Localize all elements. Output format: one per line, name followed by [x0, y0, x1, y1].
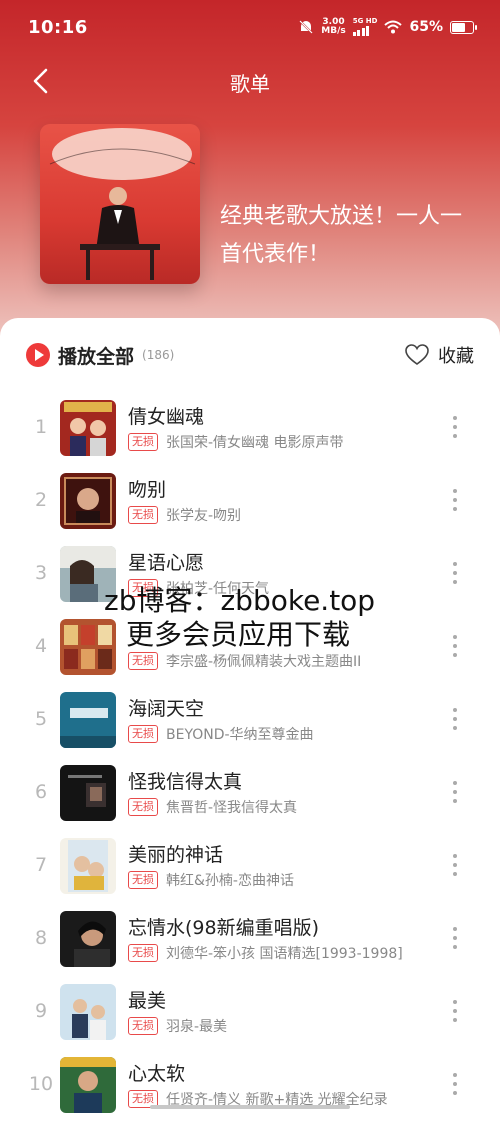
wifi-icon [384, 20, 403, 34]
collect-button[interactable]: 收藏 [404, 340, 474, 370]
song-index: 1 [34, 416, 48, 438]
song-artist-album: 韩红&孙楠-恋曲神话 [166, 873, 294, 889]
song-title: 倩女幽魂 [128, 406, 205, 428]
song-index: 10 [28, 1073, 54, 1095]
lossless-badge: 无损 [128, 871, 158, 889]
song-artist-album: 焦晋哲-怪我信得太真 [166, 800, 298, 816]
lossless-badge: 无损 [128, 433, 158, 451]
lossless-badge: 无损 [128, 652, 158, 670]
lossless-badge: 无损 [128, 725, 158, 743]
lossless-badge: 无损 [128, 1017, 158, 1035]
song-title: 星语心愿 [128, 552, 205, 574]
song-row[interactable]: 7 美丽的神话 无损 韩红&孙楠-恋曲神话 [0, 838, 500, 911]
album-thumbnail [60, 984, 116, 1040]
song-meta: 无损 韩红&孙楠-恋曲神话 [128, 870, 294, 890]
album-thumbnail [60, 765, 116, 821]
home-indicator[interactable] [150, 1105, 350, 1109]
song-artist-album: 张学友-吻别 [166, 508, 242, 524]
song-meta: 无损 张学友-吻别 [128, 505, 241, 525]
play-all-label: 播放全部 [58, 345, 135, 368]
song-meta: 无损 焦晋哲-怪我信得太真 [128, 797, 297, 817]
album-thumbnail [60, 1057, 116, 1113]
song-row[interactable]: 5 海阔天空 无损 BEYOND-华纳至尊金曲 [0, 692, 500, 765]
song-row[interactable]: 10 心太软 无损 任贤齐-情义 新歌+精选 光耀全纪录 [0, 1057, 500, 1130]
song-index: 4 [34, 635, 48, 657]
watermark-line-1: zb博客：zbboke.top [104, 584, 376, 617]
album-thumbnail [60, 692, 116, 748]
song-meta: 无损 BEYOND-华纳至尊金曲 [128, 724, 314, 744]
lossless-badge: 无损 [128, 506, 158, 524]
more-options-icon[interactable] [452, 635, 458, 661]
more-options-icon[interactable] [452, 927, 458, 953]
signal-bars-icon [352, 25, 370, 36]
song-row[interactable]: 2 吻别 无损 张学友-吻别 [0, 473, 500, 546]
song-artist-album: 张国荣-倩女幽魂 电影原声带 [166, 435, 344, 451]
song-row[interactable]: 1 倩女幽魂 无损 张国荣-倩女幽魂 电影原声带 [0, 400, 500, 473]
song-artist-album: 李宗盛-杨佩佩精装大戏主题曲II [166, 654, 362, 670]
song-meta: 无损 刘德华-笨小孩 国语精选[1993-1998] [128, 943, 403, 963]
cell-signal: 5G HD [352, 18, 377, 36]
status-icons: 3.00 MB/s 5G HD 65% [298, 17, 477, 36]
album-thumbnail [60, 838, 116, 894]
play-all-button[interactable]: 播放全部 (186) [26, 340, 174, 370]
song-index: 5 [34, 708, 48, 730]
playlist-cover[interactable] [40, 124, 200, 284]
watermark-line-2: 更多会员应用下载 [126, 618, 351, 651]
song-index: 3 [34, 562, 48, 584]
song-row[interactable]: 6 怪我信得太真 无损 焦晋哲-怪我信得太真 [0, 765, 500, 838]
song-artist-album: BEYOND-华纳至尊金曲 [166, 727, 314, 743]
more-options-icon[interactable] [452, 416, 458, 442]
status-time: 10:16 [28, 17, 88, 38]
status-bar: 10:16 3.00 MB/s 5G HD 65% [0, 0, 500, 58]
song-row[interactable]: 9 最美 无损 羽泉-最美 [0, 984, 500, 1057]
song-index: 8 [34, 927, 48, 949]
song-row[interactable]: 8 忘情水(98新编重唱版) 无损 刘德华-笨小孩 国语精选[1993-1998… [0, 911, 500, 984]
song-artist-album: 刘德华-笨小孩 国语精选[1993-1998] [166, 946, 403, 962]
song-meta: 无损 羽泉-最美 [128, 1016, 227, 1036]
song-title: 吻别 [128, 479, 167, 501]
song-meta: 无损 张国荣-倩女幽魂 电影原声带 [128, 432, 344, 452]
song-meta: 无损 李宗盛-杨佩佩精装大戏主题曲II [128, 651, 361, 671]
more-options-icon[interactable] [452, 854, 458, 880]
heart-icon [405, 344, 429, 365]
watermark-overlay: zb博客：zbboke.top 更多会员应用下载 [104, 584, 404, 652]
song-title: 怪我信得太真 [128, 771, 243, 793]
page-title: 歌单 [230, 72, 270, 96]
more-options-icon[interactable] [452, 708, 458, 734]
more-options-icon[interactable] [452, 1000, 458, 1026]
song-index: 6 [34, 781, 48, 803]
playlist-description: 经典老歌大放送！一人一首代表作！ [220, 204, 463, 267]
mute-icon [299, 20, 313, 34]
net-speed: 3.00 MB/s [321, 17, 346, 36]
song-title: 忘情水(98新编重唱版) [128, 917, 320, 939]
more-options-icon[interactable] [452, 489, 458, 515]
more-options-icon[interactable] [452, 562, 458, 588]
play-icon [26, 343, 50, 367]
song-title: 美丽的神话 [128, 844, 224, 866]
song-title: 最美 [128, 990, 167, 1012]
song-index: 2 [34, 489, 48, 511]
song-count: (186) [142, 348, 175, 362]
song-index: 7 [34, 854, 48, 876]
song-artist-album: 羽泉-最美 [166, 1019, 228, 1035]
more-options-icon[interactable] [452, 781, 458, 807]
song-index: 9 [34, 1000, 48, 1022]
battery-icon [450, 20, 477, 34]
cover-artwork [40, 124, 200, 284]
album-thumbnail [60, 400, 116, 456]
collect-label: 收藏 [438, 346, 474, 367]
album-thumbnail [60, 911, 116, 967]
song-title: 心太软 [128, 1063, 186, 1085]
battery-percent: 65% [409, 19, 443, 35]
album-thumbnail [60, 473, 116, 529]
more-options-icon[interactable] [452, 1073, 458, 1099]
lossless-badge: 无损 [128, 944, 158, 962]
song-title: 海阔天空 [128, 698, 205, 720]
lossless-badge: 无损 [128, 798, 158, 816]
